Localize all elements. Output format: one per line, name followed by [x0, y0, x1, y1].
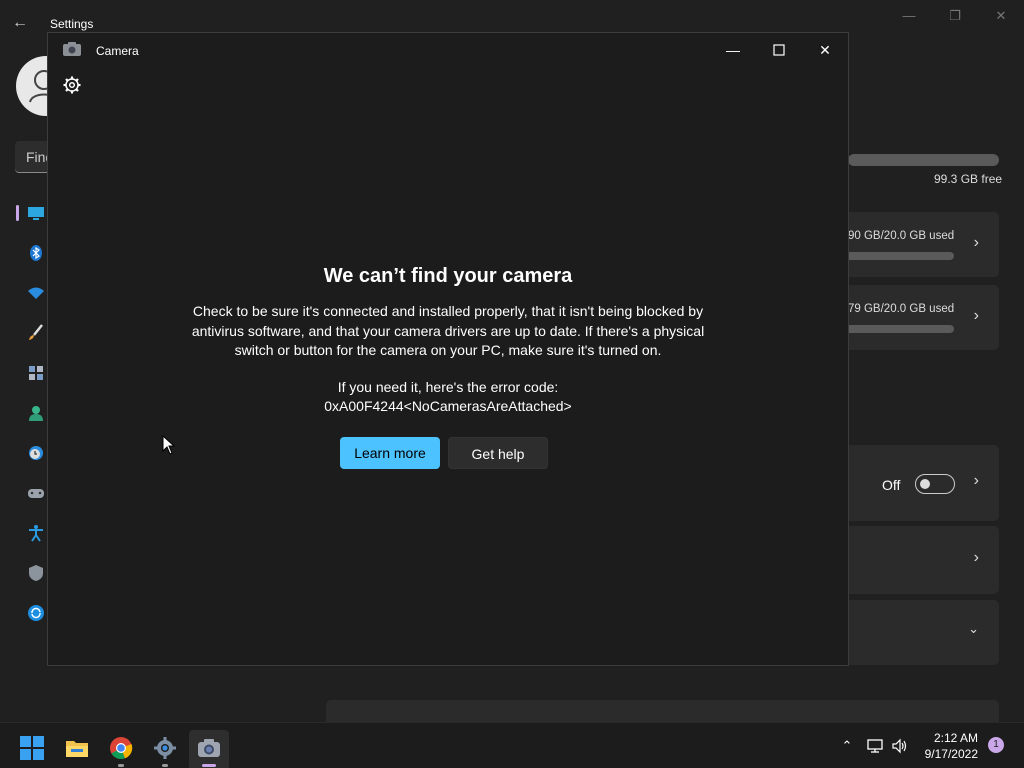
camera-maximize-button[interactable]: [756, 37, 802, 63]
camera-window: Camera — ✕ We can’t find your camera Che…: [47, 32, 849, 666]
nav-selected-indicator: [16, 205, 19, 221]
error-description: Check to be sure it's connected and inst…: [191, 303, 705, 358]
start-button[interactable]: [12, 730, 52, 768]
error-code: 0xA00F4244<NoCamerasAreAttached>: [324, 397, 572, 414]
chevron-right-icon: ›: [973, 307, 979, 324]
camera-window-title: Camera: [96, 44, 139, 58]
system-icon[interactable]: [26, 203, 46, 223]
mouse-cursor-icon: [162, 435, 176, 455]
storage-card-usage: 79 GB/20.0 GB used: [848, 303, 955, 315]
settings-close-button[interactable]: ✕: [978, 6, 1024, 26]
back-arrow-icon[interactable]: ←: [12, 13, 32, 33]
camera-error-message: We can’t find your camera Check to be su…: [48, 265, 848, 416]
storage-sense-card[interactable]: Off ›: [848, 445, 999, 521]
storage-card-bar: [848, 252, 954, 260]
volume-tray-icon[interactable]: [891, 737, 909, 755]
settings-gear-icon: [154, 737, 176, 759]
storage-usage-bar: [848, 154, 999, 166]
storage-card-bar: [848, 325, 954, 333]
toggle-state-label: Off: [882, 477, 901, 493]
storage-card-2[interactable]: 79 GB/20.0 GB used ›: [848, 285, 999, 350]
get-help-button[interactable]: Get help: [448, 437, 548, 469]
chevron-right-icon: ›: [973, 472, 979, 489]
camera-app-icon: [63, 42, 81, 56]
error-heading: We can’t find your camera: [323, 265, 573, 287]
storage-card-usage: 90 GB/20.0 GB used: [848, 230, 955, 242]
clock-date: 9/17/2022: [924, 747, 978, 761]
chrome-icon: [110, 737, 133, 760]
chevron-right-icon: ›: [973, 549, 979, 566]
windows-logo-icon: [20, 736, 44, 760]
storage-free-label: 99.3 GB free: [934, 172, 1003, 186]
gaming-controller-icon[interactable]: [26, 483, 46, 503]
maximize-icon: [773, 44, 785, 56]
settings-card-4[interactable]: ›: [848, 526, 999, 594]
bluetooth-icon[interactable]: [26, 243, 46, 263]
camera-icon: [198, 739, 220, 757]
toggle-knob: [920, 479, 930, 489]
running-indicator: [118, 764, 124, 767]
camera-titlebar: Camera — ✕: [48, 33, 848, 67]
learn-more-button[interactable]: Learn more: [340, 437, 440, 469]
settings-minimize-button[interactable]: —: [886, 6, 932, 26]
storage-sense-toggle[interactable]: [915, 474, 955, 494]
chevron-right-icon: ›: [973, 234, 979, 251]
show-hidden-icons-chevron-up-icon[interactable]: ⌃: [838, 737, 856, 755]
settings-card-5[interactable]: ⌄: [848, 600, 999, 665]
active-indicator: [202, 764, 216, 767]
taskbar-settings[interactable]: [145, 730, 185, 768]
taskbar: ⌃ 2:12 AM 9/17/2022 1: [0, 722, 1024, 768]
privacy-shield-icon[interactable]: [26, 563, 46, 583]
speaker-icon: [892, 738, 907, 754]
settings-title: Settings: [50, 17, 94, 31]
personalization-brush-icon[interactable]: [26, 323, 46, 343]
clock-time: 2:12 AM: [933, 731, 978, 745]
time-language-icon[interactable]: [26, 443, 46, 463]
taskbar-clock[interactable]: 2:12 AM 9/17/2022: [916, 730, 978, 762]
settings-restore-button[interactable]: ❐: [932, 6, 978, 26]
windows-update-icon[interactable]: [26, 603, 46, 623]
settings-card-6[interactable]: [326, 700, 999, 722]
accessibility-icon[interactable]: [26, 523, 46, 543]
gear-icon[interactable]: [62, 75, 82, 95]
accounts-icon[interactable]: [26, 403, 46, 423]
folder-icon: [66, 741, 88, 757]
settings-titlebar: ← Settings — ❐ ✕: [0, 0, 1024, 34]
taskbar-file-explorer[interactable]: [57, 730, 97, 768]
chevron-down-icon: ⌄: [968, 621, 979, 636]
network-icon[interactable]: [26, 283, 46, 303]
taskbar-camera[interactable]: [189, 730, 229, 768]
camera-minimize-button[interactable]: —: [710, 37, 756, 63]
network-icon: [867, 739, 883, 753]
camera-close-button[interactable]: ✕: [802, 37, 848, 63]
storage-card-1[interactable]: 90 GB/20.0 GB used ›: [848, 212, 999, 277]
taskbar-chrome[interactable]: [101, 730, 141, 768]
error-code-label: If you need it, here's the error code:: [337, 378, 559, 395]
apps-icon[interactable]: [26, 363, 46, 383]
running-indicator: [162, 764, 168, 767]
notification-badge[interactable]: 1: [988, 737, 1004, 753]
network-tray-icon[interactable]: [866, 737, 884, 755]
